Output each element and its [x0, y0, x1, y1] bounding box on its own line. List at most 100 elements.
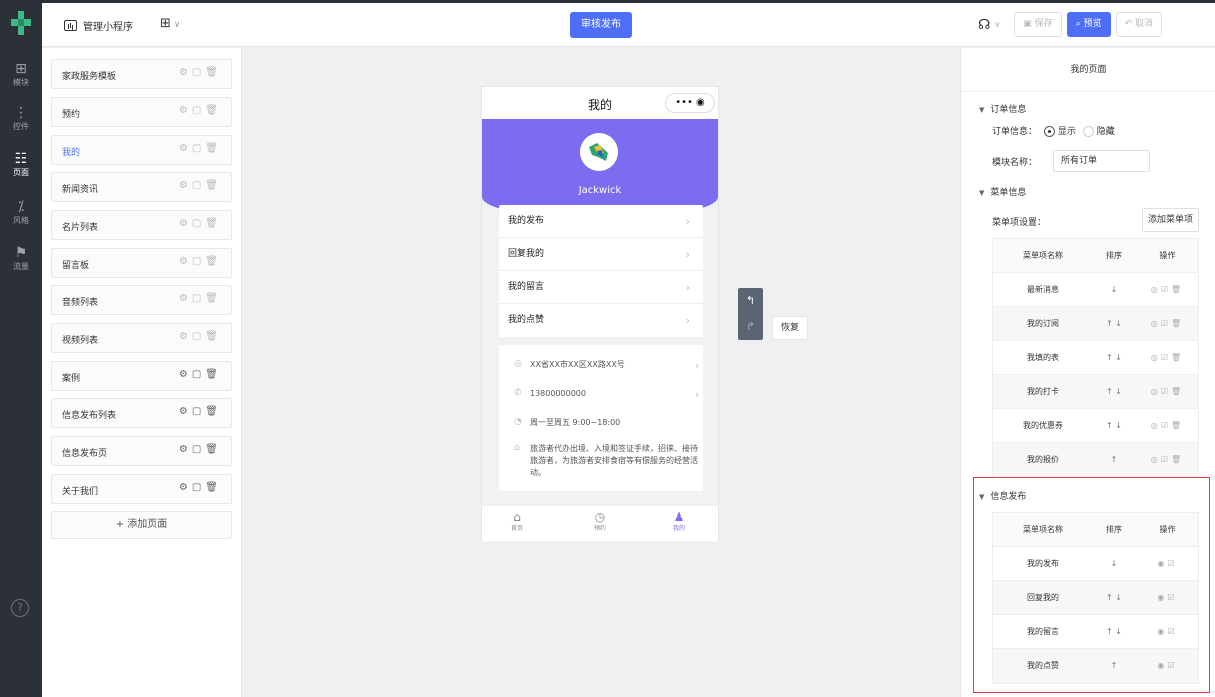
preview-button[interactable]: ⌕ 预览 — [1066, 12, 1111, 37]
add-menu-item-button[interactable]: 添加菜单项 — [1142, 208, 1199, 232]
page-actions-icons[interactable]: ⚙▢🗑 — [179, 444, 222, 455]
tab-booking[interactable]: ◷ 预约 — [580, 510, 620, 534]
undo-redo-bar: ↰ ↱ — [738, 288, 763, 340]
header-actions: ☊ ∨ ▣ 保存 ⌕ 预览 ↶ 取消 — [978, 12, 1167, 37]
chart-icon — [64, 20, 77, 31]
rail-item-controls[interactable]: ⋮ 控件 — [0, 103, 42, 147]
page-item[interactable]: 预约 ⚙▢🗑 — [51, 97, 232, 127]
page-actions-icons[interactable]: ⚙▢🗑 — [179, 331, 222, 342]
logo-icon — [11, 11, 31, 35]
section-order-info[interactable]: ▼ 订单信息 — [979, 102, 1026, 115]
page-actions-icons[interactable]: ⚙▢🗑 — [179, 67, 222, 78]
phone-tab-bar: ⌂ 首页 ◷ 预约 ♟ 我的 — [482, 505, 718, 541]
page-item[interactable]: 留言板 ⚙▢🗑 — [51, 248, 232, 278]
review-publish-button[interactable]: 审核发布 — [570, 12, 632, 38]
sort-arrows[interactable]: ↑ ↓ — [1093, 307, 1135, 341]
radio-hide[interactable] — [1082, 126, 1094, 137]
traffic-icon: ⚑ — [14, 245, 28, 261]
table-row: 最新消息 ↓ ◎☑🗑 — [993, 273, 1198, 307]
chevron-right-icon: › — [695, 388, 700, 401]
page-item[interactable]: 关于我们 ⚙▢🗑 — [51, 474, 232, 504]
section-menu-info[interactable]: ▼ 菜单信息 — [979, 185, 1026, 198]
table-row: 我的优惠券 ↑ ↓ ◎☑🗑 — [993, 409, 1198, 443]
module-name-input[interactable]: 所有订单 — [1053, 150, 1150, 172]
page-item[interactable]: 家政服务模板 ⚙▢🗑 — [51, 59, 232, 89]
sort-arrows[interactable]: ↑ — [1093, 443, 1135, 477]
phone-nav-bar: 我的 ••• ◉ — [482, 87, 718, 119]
table-row: 我的订阅 ↑ ↓ ◎☑🗑 — [993, 307, 1198, 341]
app-title[interactable]: 管理小程序 — [64, 18, 133, 33]
user-icon: ♟ — [673, 510, 685, 524]
menu-setting-label: 菜单项设置： — [992, 218, 1047, 228]
page-actions-icons[interactable]: ⚙▢🗑 — [179, 482, 222, 493]
profile-header[interactable]: Jackwick — [482, 119, 718, 219]
page-actions-icons[interactable]: ⚙▢🗑 — [179, 105, 222, 116]
clock-icon: ◷ — [594, 510, 606, 524]
rail-item-style[interactable]: ⁒ 风格 — [0, 197, 42, 241]
page-item[interactable]: 我的 ⚙▢🗑 — [51, 135, 232, 165]
menu-item-my-likes[interactable]: 我的点赞 › — [499, 304, 703, 337]
menu-item-my-posts[interactable]: 我的发布 › — [499, 205, 703, 238]
plus-square-icon: ⊞ — [15, 61, 27, 77]
chevron-right-icon: › — [685, 314, 690, 327]
page-icon: ☷ — [14, 151, 28, 167]
highlight-box — [973, 477, 1210, 693]
page-item[interactable]: 音频列表 ⚙▢🗑 — [51, 285, 232, 315]
page-item[interactable]: 名片列表 ⚙▢🗑 — [51, 210, 232, 240]
page-actions-icons[interactable]: ⚙▢🗑 — [179, 256, 222, 267]
page-actions-icons[interactable]: ⚙▢🗑 — [179, 218, 222, 229]
sort-arrows[interactable]: ↑ ↓ — [1093, 375, 1135, 409]
chevron-right-icon: › — [685, 248, 690, 261]
page-actions-icons[interactable]: ⚙▢🗑 — [179, 406, 222, 417]
page-actions-icons[interactable]: ⚙▢🗑 — [179, 293, 222, 304]
undo-icon[interactable]: ↰ — [738, 288, 763, 314]
row-actions-icons[interactable]: ◎☑🗑 — [1135, 443, 1200, 477]
add-page-button[interactable]: + 添加页面 — [51, 511, 232, 539]
page-actions-icons[interactable]: ⚙▢🗑 — [179, 180, 222, 191]
page-actions-icons[interactable]: ⚙▢🗑 — [179, 369, 222, 380]
headset-icon[interactable]: ☊ — [978, 17, 990, 33]
left-rail: ⊞ 模块 ⋮ 控件 ☷ 页面 ⁒ 风格 ⚑ 流量 ? — [0, 3, 42, 697]
chevron-down-icon[interactable]: ∨ — [994, 20, 1000, 29]
avatar — [580, 133, 618, 171]
rail-item-modules[interactable]: ⊞ 模块 — [0, 59, 42, 103]
help-icon[interactable]: ? — [11, 599, 29, 617]
module-name-label: 模块名称： — [992, 158, 1038, 168]
page-item[interactable]: 视频列表 ⚙▢🗑 — [51, 323, 232, 353]
caret-down-icon: ▼ — [979, 106, 985, 114]
row-actions-icons[interactable]: ◎☑🗑 — [1135, 375, 1200, 409]
redo-icon[interactable]: ↱ — [738, 314, 763, 340]
caret-down-icon: ▼ — [979, 189, 985, 197]
chevron-down-icon: ∨ — [173, 20, 181, 30]
profile-menu: 我的发布 › 回复我的 › 我的留言 › 我的点赞 › — [499, 205, 703, 337]
page-item[interactable]: 案例 ⚙▢🗑 — [51, 361, 232, 391]
home-icon: ⌂ — [514, 443, 520, 453]
home-icon: ⌂ — [513, 510, 521, 524]
sort-arrows[interactable]: ↑ ↓ — [1093, 341, 1135, 375]
page-actions-icons[interactable]: ⚙▢🗑 — [179, 143, 222, 154]
save-button[interactable]: ▣ 保存 — [1014, 12, 1062, 37]
page-item[interactable]: 信息发布页 ⚙▢🗑 — [51, 436, 232, 466]
row-actions-icons[interactable]: ◎☑🗑 — [1135, 273, 1200, 307]
page-item[interactable]: 新闻资讯 ⚙▢🗑 — [51, 172, 232, 202]
row-actions-icons[interactable]: ◎☑🗑 — [1135, 307, 1200, 341]
rail-item-traffic[interactable]: ⚑ 流量 — [0, 243, 42, 287]
table-header: 菜单项名称 排序 操作 — [993, 239, 1198, 273]
sort-arrows[interactable]: ↑ ↓ — [1093, 409, 1135, 443]
radio-show[interactable] — [1043, 126, 1055, 137]
row-actions-icons[interactable]: ◎☑🗑 — [1135, 341, 1200, 375]
tab-home[interactable]: ⌂ 首页 — [497, 510, 537, 534]
tab-mine[interactable]: ♟ 我的 — [659, 510, 699, 534]
menu-item-replies[interactable]: 回复我的 › — [499, 238, 703, 271]
phone-icon: ✆ — [514, 388, 522, 398]
contact-info-card: ◎ XX省XX市XX区XX路XX号 › ✆ 13800000000 › ◔ 周一至周五 9… — [499, 345, 703, 491]
sort-arrows[interactable]: ↓ — [1093, 273, 1135, 307]
row-actions-icons[interactable]: ◎☑🗑 — [1135, 409, 1200, 443]
table-row: 我的报价 ↑ ◎☑🗑 — [993, 443, 1198, 477]
page-item[interactable]: 信息发布列表 ⚙▢🗑 — [51, 398, 232, 428]
clock-icon: ◔ — [514, 417, 522, 427]
app-switcher[interactable]: ⊞ ∨ — [160, 16, 181, 31]
rail-item-pages[interactable]: ☷ 页面 — [0, 149, 42, 193]
cancel-button[interactable]: ↶ 取消 — [1115, 12, 1163, 37]
menu-item-my-messages[interactable]: 我的留言 › — [499, 271, 703, 304]
